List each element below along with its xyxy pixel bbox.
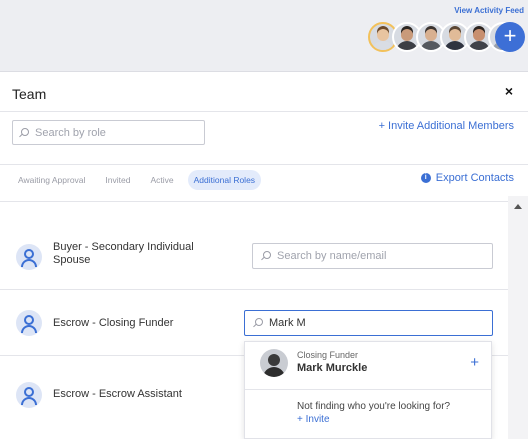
add-icon[interactable]: + bbox=[470, 354, 479, 371]
person-icon bbox=[16, 244, 42, 270]
tab-active[interactable]: Active bbox=[144, 170, 179, 190]
role-row-partial bbox=[0, 196, 508, 202]
name-search-field[interactable] bbox=[252, 243, 493, 269]
invite-additional-members-link[interactable]: + Invite Additional Members bbox=[379, 120, 514, 132]
role-row: Buyer - Secondary Individual Spouse bbox=[0, 222, 508, 290]
scrollbar[interactable] bbox=[508, 196, 528, 439]
invite-link[interactable]: + Invite bbox=[297, 414, 330, 425]
export-contacts-label: Export Contacts bbox=[435, 172, 514, 184]
search-icon bbox=[261, 251, 271, 261]
role-label: Buyer - Secondary Individual Spouse bbox=[53, 241, 194, 266]
suggestion-item[interactable]: Closing Funder Mark Murckle + bbox=[245, 342, 491, 390]
suggestion-role: Closing Funder bbox=[297, 350, 359, 360]
role-search-input[interactable] bbox=[35, 126, 195, 139]
role-search-field[interactable] bbox=[12, 120, 205, 145]
role-label: Escrow - Closing Funder bbox=[53, 317, 174, 329]
panel-header: Team × bbox=[0, 72, 528, 112]
export-contacts-button[interactable]: i Export Contacts bbox=[420, 172, 514, 184]
search-icon bbox=[19, 127, 29, 138]
person-icon bbox=[16, 310, 42, 336]
search-row: + Invite Additional Members bbox=[0, 112, 528, 165]
avatar bbox=[260, 349, 288, 377]
add-button[interactable]: + bbox=[495, 22, 525, 52]
panel-title: Team bbox=[12, 86, 47, 102]
user-suggestion-dropdown: Closing Funder Mark Murckle + Not findin… bbox=[244, 341, 492, 439]
person-icon bbox=[16, 382, 42, 408]
info-icon: i bbox=[420, 173, 431, 183]
tab-invited[interactable]: Invited bbox=[99, 170, 136, 190]
tab-awaiting-approval[interactable]: Awaiting Approval bbox=[12, 170, 91, 190]
name-search-field[interactable] bbox=[244, 310, 493, 336]
tab-additional-roles[interactable]: Additional Roles bbox=[187, 170, 262, 190]
close-icon[interactable]: × bbox=[505, 83, 513, 99]
not-finding-text: Not finding who you're looking for? bbox=[297, 401, 451, 412]
scroll-up-arrow-icon[interactable] bbox=[514, 204, 522, 209]
name-search-input[interactable] bbox=[269, 317, 479, 329]
suggestion-name: Mark Murckle bbox=[297, 362, 368, 374]
search-icon bbox=[253, 318, 263, 328]
role-label: Escrow - Escrow Assistant bbox=[53, 388, 182, 400]
tab-bar: Awaiting Approval Invited Active Additio… bbox=[0, 165, 528, 195]
name-search-input[interactable] bbox=[277, 250, 487, 262]
view-activity-feed-link[interactable]: View Activity Feed bbox=[454, 6, 524, 15]
